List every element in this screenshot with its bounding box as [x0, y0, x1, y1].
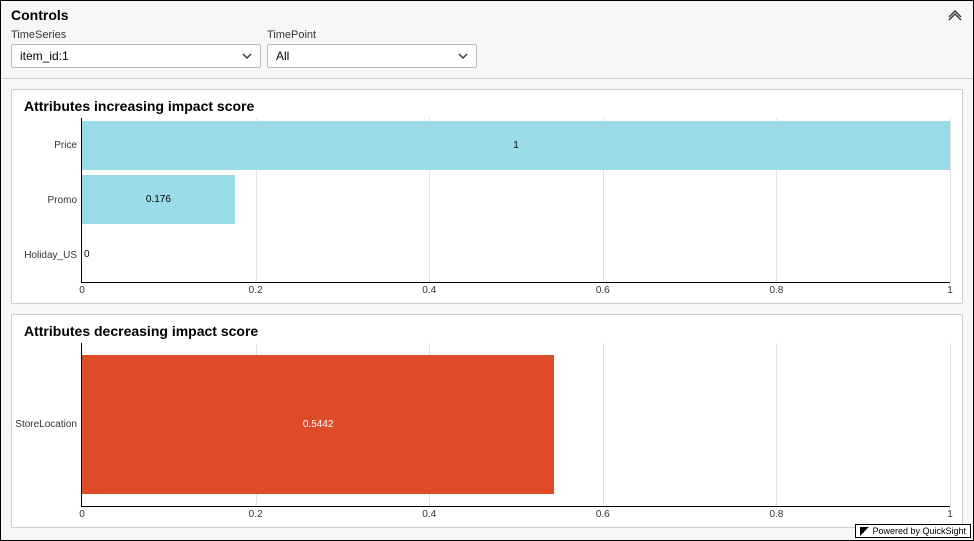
- select-timeseries[interactable]: item_id:1: [11, 44, 261, 68]
- x-tick: 0.2: [249, 509, 263, 520]
- bar-price[interactable]: 1: [82, 121, 950, 170]
- plot-wrap: Price Promo Holiday_US 1: [24, 118, 950, 283]
- control-timeseries-label: TimeSeries: [11, 29, 261, 41]
- chart-increasing: Price Promo Holiday_US 1: [24, 118, 950, 299]
- x-tick: 1: [947, 509, 953, 520]
- controls-title: Controls: [11, 7, 69, 23]
- x-tick: 0: [79, 509, 85, 520]
- bars: 1 0.176 0: [82, 118, 950, 282]
- chevron-down-icon: [458, 53, 468, 59]
- chart-decreasing-card: Attributes decreasing impact score Store…: [11, 314, 963, 529]
- y-label: Price: [54, 140, 77, 151]
- controls-panel: Controls TimeSeries item_id:1 TimePoint …: [1, 1, 973, 79]
- bar-value-label: 0: [84, 249, 90, 260]
- x-tick: 0.8: [769, 509, 783, 520]
- x-axis: 0 0.2 0.4 0.6 0.8 1: [82, 283, 950, 299]
- bar-row: 0.176: [82, 175, 950, 224]
- bar-storelocation[interactable]: 0.5442: [82, 355, 554, 494]
- y-label: Holiday_US: [24, 250, 77, 261]
- dashboard-frame: Controls TimeSeries item_id:1 TimePoint …: [0, 0, 974, 541]
- controls-row: TimeSeries item_id:1 TimePoint All: [1, 29, 973, 68]
- chart-increasing-title: Attributes increasing impact score: [24, 98, 950, 114]
- powered-by-badge[interactable]: Powered by QuickSight: [855, 524, 971, 538]
- bar-value-label: 1: [513, 140, 519, 151]
- select-timepoint-value: All: [276, 49, 289, 63]
- bar-row: 0: [82, 230, 950, 279]
- chart-decreasing: StoreLocation 0.5442: [24, 343, 950, 524]
- chart-decreasing-title: Attributes decreasing impact score: [24, 323, 950, 339]
- control-timepoint: TimePoint All: [267, 29, 477, 68]
- bar-value-label: 0.5442: [303, 419, 334, 430]
- powered-by-text: Powered by QuickSight: [872, 526, 966, 536]
- controls-header: Controls: [1, 3, 973, 29]
- bar-promo[interactable]: 0.176: [82, 175, 235, 224]
- control-timepoint-label: TimePoint: [267, 29, 477, 41]
- plot-area: 1 0.176 0: [82, 118, 950, 283]
- x-tick: 1: [947, 285, 953, 296]
- content-area: Attributes increasing impact score Price…: [1, 79, 973, 538]
- x-axis: 0 0.2 0.4 0.6 0.8 1: [82, 507, 950, 523]
- chart-increasing-card: Attributes increasing impact score Price…: [11, 89, 963, 304]
- x-tick: 0.6: [596, 285, 610, 296]
- y-axis-labels: StoreLocation: [24, 343, 82, 508]
- select-timepoint[interactable]: All: [267, 44, 477, 68]
- chevron-down-icon: [242, 53, 252, 59]
- quicksight-icon: [860, 527, 869, 536]
- control-timeseries: TimeSeries item_id:1: [11, 29, 261, 68]
- bar-value-label: 0.176: [146, 194, 171, 205]
- bars: 0.5442: [82, 343, 950, 507]
- select-timeseries-value: item_id:1: [20, 49, 69, 63]
- y-label: Promo: [48, 195, 77, 206]
- x-tick: 0.4: [422, 285, 436, 296]
- bar-row: 0.5442: [82, 355, 950, 494]
- x-tick: 0: [79, 285, 85, 296]
- x-tick: 0.4: [422, 509, 436, 520]
- x-tick: 0.6: [596, 509, 610, 520]
- bar-row: 1: [82, 121, 950, 170]
- y-label: StoreLocation: [15, 419, 77, 430]
- x-tick: 0.8: [769, 285, 783, 296]
- y-axis-labels: Price Promo Holiday_US: [24, 118, 82, 283]
- collapse-icon[interactable]: [947, 9, 963, 21]
- plot-wrap: StoreLocation 0.5442: [24, 343, 950, 508]
- plot-area: 0.5442: [82, 343, 950, 508]
- x-tick: 0.2: [249, 285, 263, 296]
